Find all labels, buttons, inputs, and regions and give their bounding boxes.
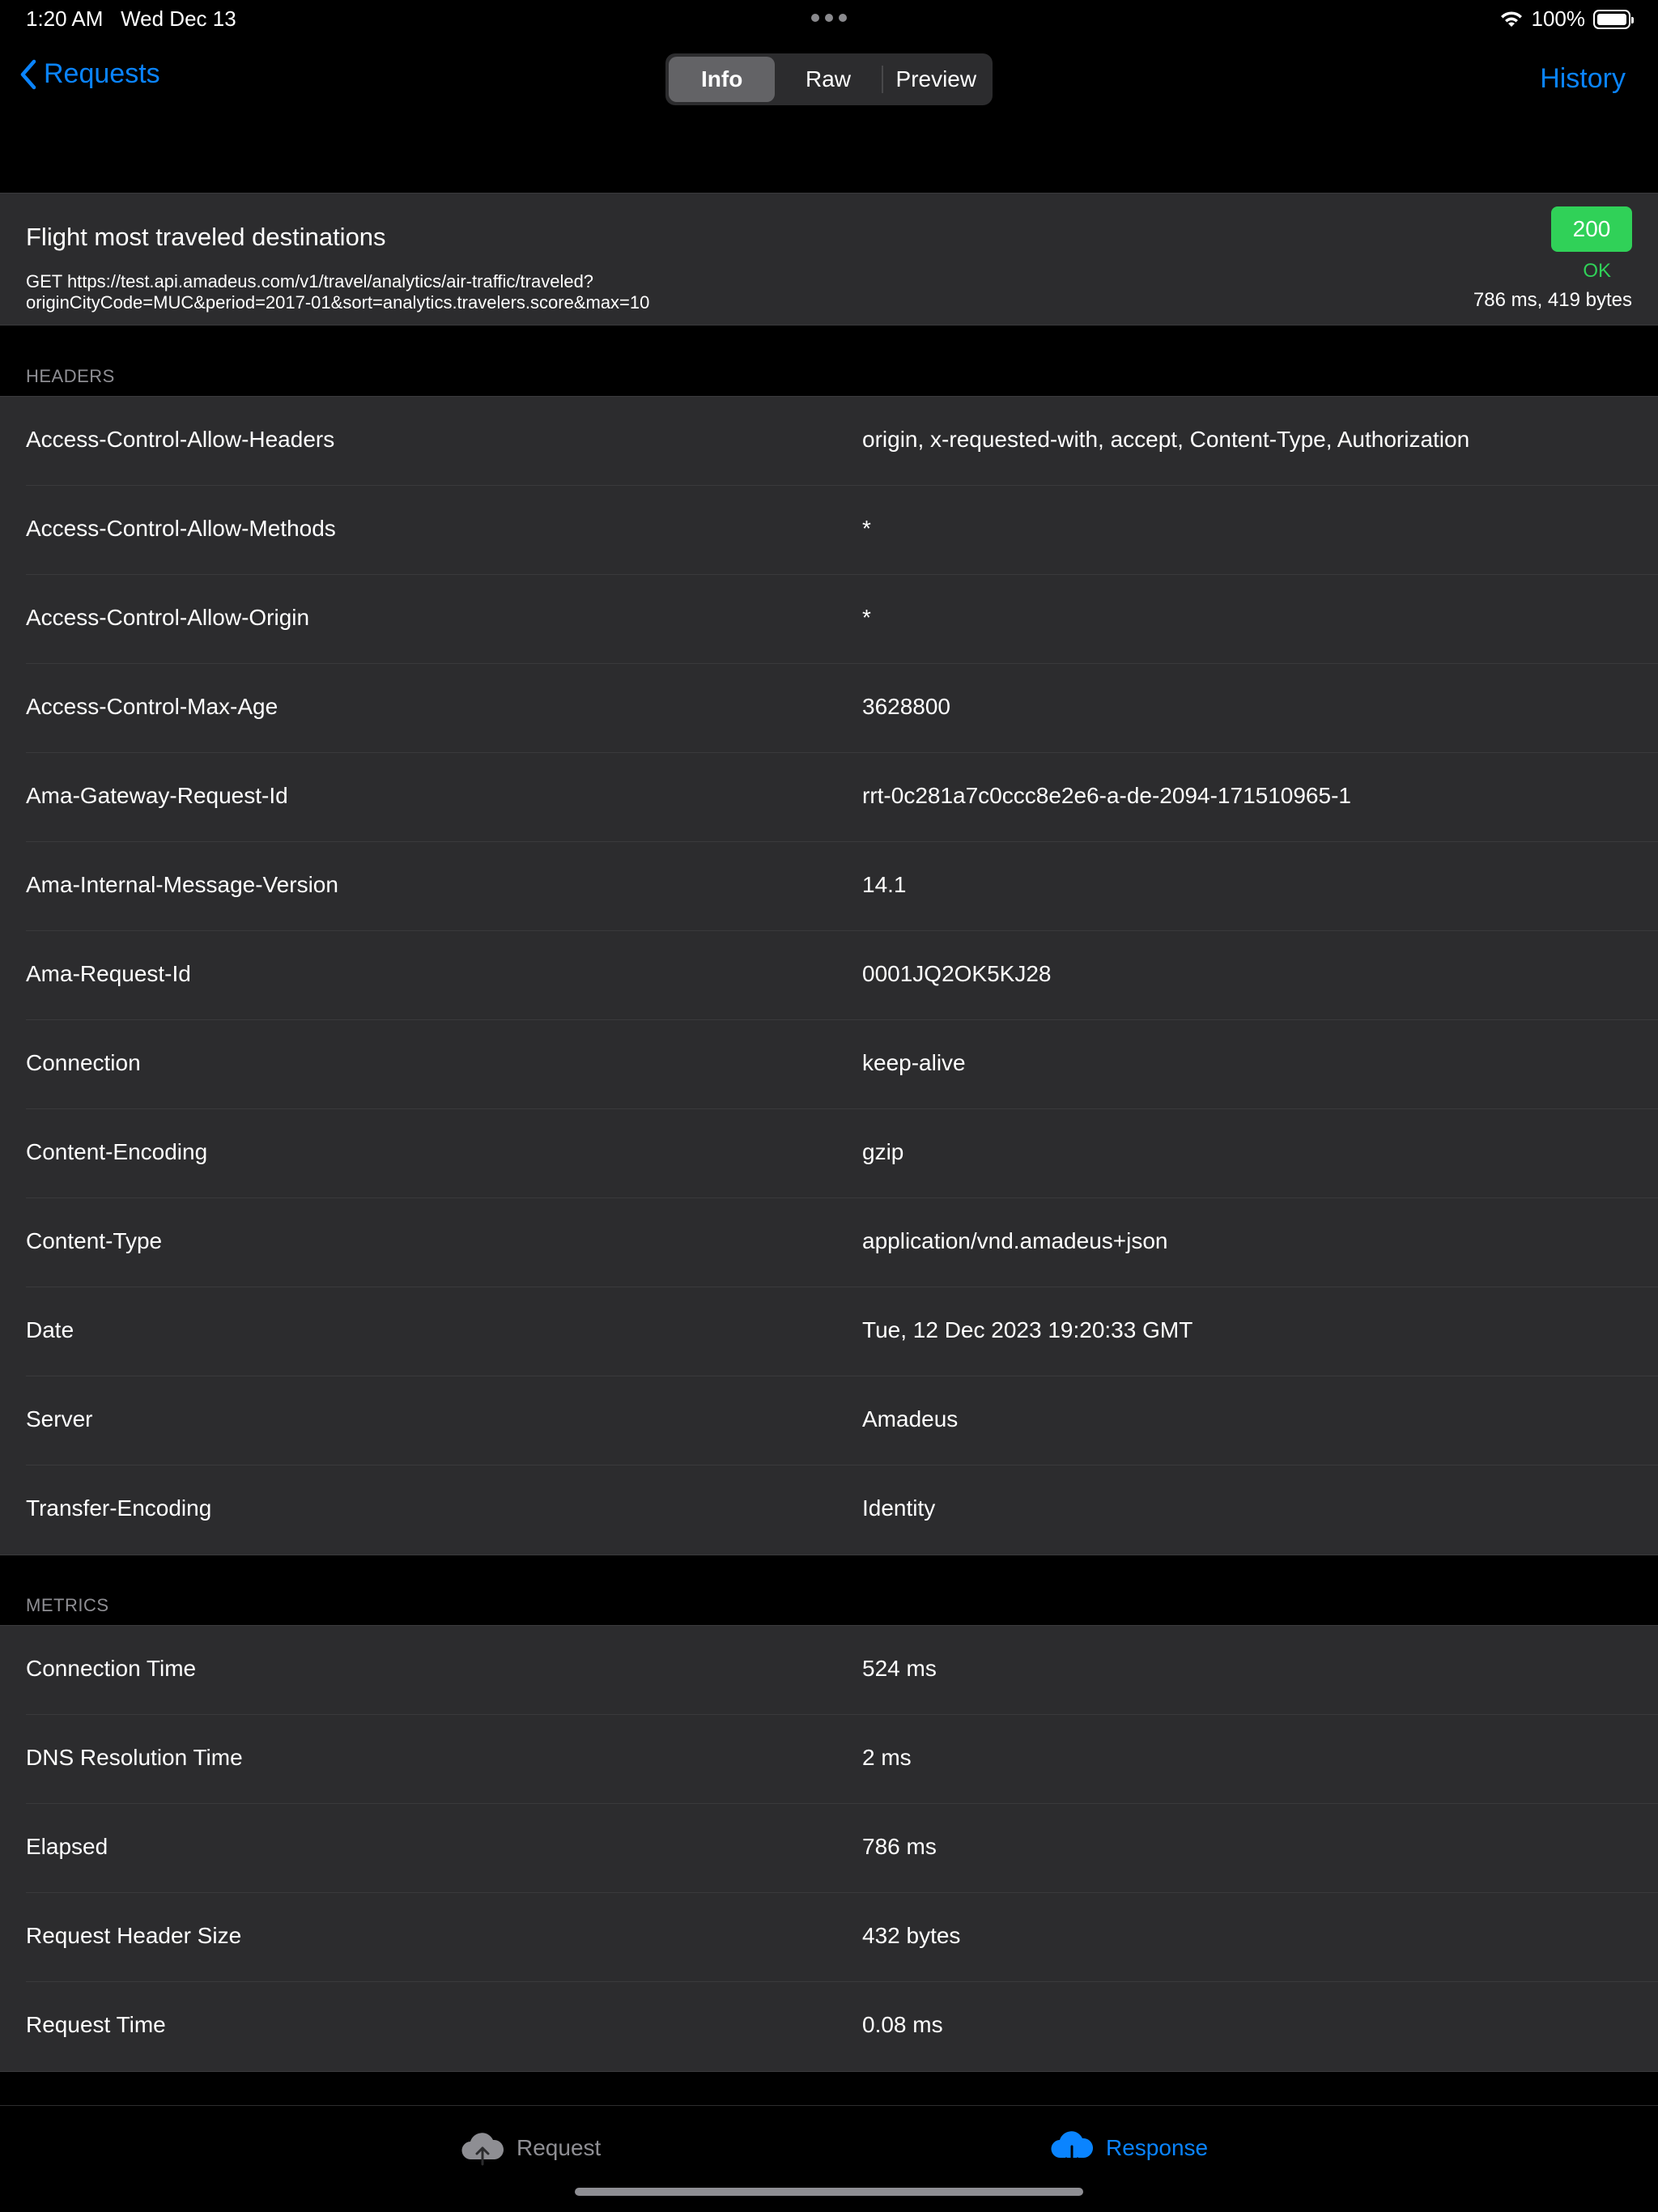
headers-row[interactable]: Access-Control-Allow-Origin * <box>0 575 1658 664</box>
headers-row-value: keep-alive <box>862 1050 966 1075</box>
metrics-row[interactable]: DNS Resolution Time 2 ms <box>0 1715 1658 1804</box>
headers-row-value: Identity <box>862 1495 936 1521</box>
view-segmented-control: Info Raw Preview <box>665 53 993 105</box>
headers-section-title: HEADERS <box>26 366 115 386</box>
headers-row-value: Tue, 12 Dec 2023 19:20:33 GMT <box>862 1317 1193 1342</box>
metrics-row-value: 0.08 ms <box>862 2012 943 2037</box>
status-date-text: Wed Dec 13 <box>121 6 236 31</box>
request-summary: Flight most traveled destinations GET ht… <box>0 193 1658 325</box>
headers-row[interactable]: Content-Type application/vnd.amadeus+json <box>0 1198 1658 1287</box>
status-time: 1:20 AM Wed Dec 13 <box>26 6 236 32</box>
segment-raw[interactable]: Raw <box>775 57 881 102</box>
headers-row-key: Ama-Gateway-Request-Id <box>26 783 288 808</box>
metrics-row-key: Elapsed <box>26 1834 108 1859</box>
cloud-download-icon <box>1051 2131 1094 2166</box>
headers-row[interactable]: Ama-Request-Id 0001JQ2OK5KJ28 <box>0 931 1658 1020</box>
headers-row-key: Date <box>26 1317 74 1342</box>
headers-row[interactable]: Date Tue, 12 Dec 2023 19:20:33 GMT <box>0 1287 1658 1376</box>
request-title: Flight most traveled destinations <box>26 223 386 251</box>
headers-row-value: origin, x-requested-with, accept, Conten… <box>862 427 1470 452</box>
headers-row[interactable]: Access-Control-Max-Age 3628800 <box>0 664 1658 753</box>
back-button[interactable]: Requests <box>19 58 160 90</box>
history-button[interactable]: History <box>1540 63 1626 95</box>
tab-response[interactable]: Response <box>1049 2130 1208 2166</box>
metrics-list: Connection Time 524 ms DNS Resolution Time… <box>0 1625 1658 2072</box>
tab-request-label: Request <box>517 2135 602 2160</box>
metrics-row-value: 2 ms <box>862 1745 912 1770</box>
headers-row-key: Transfer-Encoding <box>26 1495 212 1521</box>
headers-row[interactable]: Access-Control-Allow-Methods * <box>0 486 1658 575</box>
metrics-row-key: Connection Time <box>26 1656 197 1681</box>
headers-list: Access-Control-Allow-Headers origin, x-re… <box>0 396 1658 1555</box>
headers-row[interactable]: Server Amadeus <box>0 1376 1658 1465</box>
headers-row-key: Content-Type <box>26 1228 163 1253</box>
headers-row[interactable]: Ama-Gateway-Request-Id rrt-0c281a7c0ccc8e… <box>0 753 1658 842</box>
status-time-text: 1:20 AM <box>26 6 104 31</box>
headers-row-key: Access-Control-Allow-Headers <box>26 427 335 452</box>
cloud-upload-icon <box>461 2133 504 2166</box>
metrics-section-title: METRICS <box>26 1595 109 1615</box>
headers-row-value: * <box>862 605 871 630</box>
chevron-left-icon <box>20 59 36 89</box>
headers-row[interactable]: Access-Control-Allow-Headers origin, x-re… <box>0 397 1658 486</box>
tab-response-label: Response <box>1106 2135 1209 2160</box>
battery-percent: 100% <box>1531 6 1586 31</box>
headers-row-value: 3628800 <box>862 694 951 719</box>
headers-row-key: Access-Control-Allow-Origin <box>26 605 310 630</box>
metrics-row[interactable]: Connection Time 524 ms <box>0 1626 1658 1715</box>
navigation-bar: Requests Info Raw Preview History <box>0 39 1658 193</box>
metrics-row-value: 432 bytes <box>862 1923 961 1948</box>
metrics-row[interactable]: Request Header Size 432 bytes <box>0 1893 1658 1982</box>
status-bar: 1:20 AM Wed Dec 13 100% <box>0 0 1658 39</box>
metrics-row[interactable]: Request Time 0.08 ms <box>0 1982 1658 2071</box>
headers-row-key: Server <box>26 1406 93 1431</box>
headers-row-value: 14.1 <box>862 872 907 897</box>
headers-row[interactable]: Ama-Internal-Message-Version 14.1 <box>0 842 1658 931</box>
headers-row-key: Access-Control-Allow-Methods <box>26 516 336 541</box>
metrics-row-key: DNS Resolution Time <box>26 1745 243 1770</box>
status-right: 100% <box>1499 6 1634 32</box>
headers-row[interactable]: Content-Encoding gzip <box>0 1109 1658 1198</box>
metrics-row-value: 786 ms <box>862 1834 937 1859</box>
back-button-label: Requests <box>44 58 160 89</box>
headers-row-value: rrt-0c281a7c0ccc8e2e6-a-de-2094-17151096… <box>862 783 1351 808</box>
metrics-row[interactable]: Elapsed 786 ms <box>0 1804 1658 1893</box>
headers-row-value: * <box>862 516 871 541</box>
status-code-badge: 200 <box>1551 206 1632 252</box>
headers-row-value: gzip <box>862 1139 904 1164</box>
headers-row-value: Amadeus <box>862 1406 959 1431</box>
headers-row-value: 0001JQ2OK5KJ28 <box>862 961 1052 986</box>
home-indicator[interactable] <box>575 2188 1083 2196</box>
tab-bar: Request Response <box>0 2105 1658 2212</box>
segment-info[interactable]: Info <box>669 57 776 102</box>
metrics-row-value: 524 ms <box>862 1656 937 1681</box>
headers-row-key: Ama-Request-Id <box>26 961 191 986</box>
metrics-row-key: Request Time <box>26 2012 166 2037</box>
request-url: GET https://test.api.amadeus.com/v1/trav… <box>26 271 650 313</box>
headers-row-key: Access-Control-Max-Age <box>26 694 278 719</box>
headers-row-value: application/vnd.amadeus+json <box>862 1228 1168 1253</box>
multitasking-dots-icon[interactable] <box>810 10 848 26</box>
headers-row-key: Content-Encoding <box>26 1139 208 1164</box>
response-meta: 786 ms, 419 bytes <box>1473 289 1632 311</box>
headers-row-key: Ama-Internal-Message-Version <box>26 872 338 897</box>
wifi-icon <box>1500 11 1522 27</box>
tab-request[interactable]: Request <box>460 2130 601 2166</box>
headers-row-key: Connection <box>26 1050 141 1075</box>
segment-preview[interactable]: Preview <box>883 57 989 102</box>
status-text: OK <box>1583 260 1611 282</box>
battery-icon <box>1593 9 1634 29</box>
headers-row[interactable]: Transfer-Encoding Identity <box>0 1465 1658 1555</box>
headers-row[interactable]: Connection keep-alive <box>0 1020 1658 1109</box>
metrics-row-key: Request Header Size <box>26 1923 242 1948</box>
